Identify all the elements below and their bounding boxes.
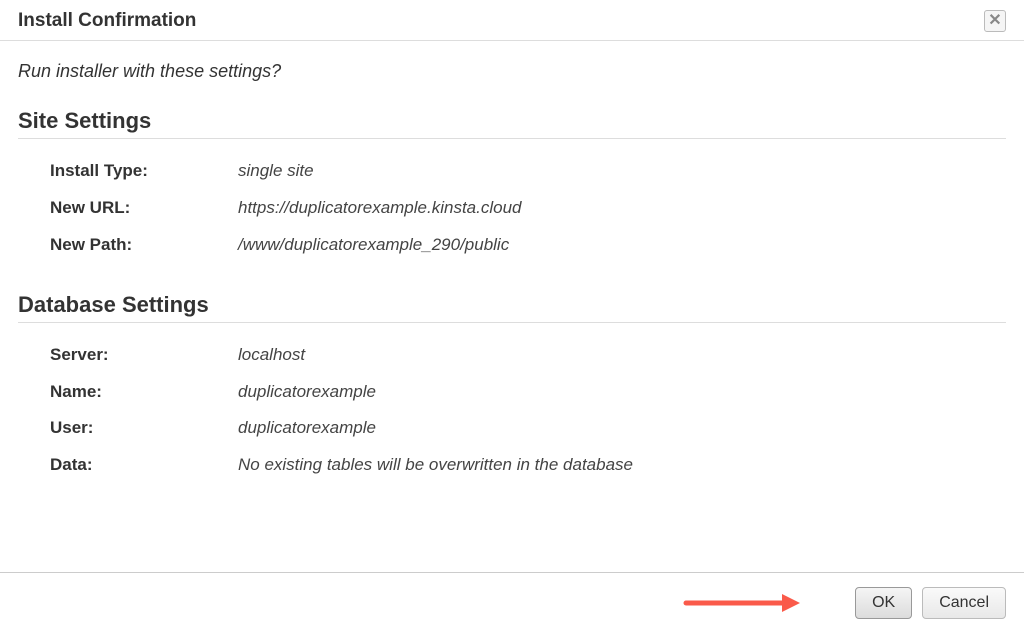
- install-type-value: single site: [238, 157, 314, 186]
- new-path-label: New Path:: [50, 231, 238, 260]
- name-row: Name: duplicatorexample: [50, 378, 1006, 407]
- new-path-row: New Path: /www/duplicatorexample_290/pub…: [50, 231, 1006, 260]
- name-value: duplicatorexample: [238, 378, 376, 407]
- user-value: duplicatorexample: [238, 414, 376, 443]
- cancel-button[interactable]: Cancel: [922, 587, 1006, 619]
- data-value: No existing tables will be overwritten i…: [238, 451, 633, 480]
- data-label: Data:: [50, 451, 238, 480]
- close-icon: ✕: [988, 13, 1001, 29]
- new-path-value: /www/duplicatorexample_290/public: [238, 231, 509, 260]
- install-type-label: Install Type:: [50, 157, 238, 186]
- dialog-content: Run installer with these settings? Site …: [0, 41, 1024, 572]
- new-url-value: https://duplicatorexample.kinsta.cloud: [238, 194, 522, 223]
- server-value: localhost: [238, 341, 305, 370]
- user-label: User:: [50, 414, 238, 443]
- server-label: Server:: [50, 341, 238, 370]
- install-type-row: Install Type: single site: [50, 157, 1006, 186]
- ok-button[interactable]: OK: [855, 587, 912, 619]
- database-settings-heading: Database Settings: [18, 292, 1006, 323]
- data-row: Data: No existing tables will be overwri…: [50, 451, 1006, 480]
- confirmation-prompt: Run installer with these settings?: [18, 61, 1006, 82]
- dialog-titlebar: Install Confirmation ✕: [0, 0, 1024, 41]
- close-button[interactable]: ✕: [984, 10, 1006, 32]
- install-confirmation-dialog: Install Confirmation ✕ Run installer wit…: [0, 0, 1024, 633]
- user-row: User: duplicatorexample: [50, 414, 1006, 443]
- new-url-label: New URL:: [50, 194, 238, 223]
- database-settings-block: Server: localhost Name: duplicatorexampl…: [18, 341, 1006, 481]
- dialog-title: Install Confirmation: [18, 10, 196, 32]
- site-settings-heading: Site Settings: [18, 108, 1006, 139]
- server-row: Server: localhost: [50, 341, 1006, 370]
- site-settings-block: Install Type: single site New URL: https…: [18, 157, 1006, 260]
- arrow-annotation: [682, 591, 802, 615]
- name-label: Name:: [50, 378, 238, 407]
- dialog-footer: OK Cancel: [0, 572, 1024, 633]
- new-url-row: New URL: https://duplicatorexample.kinst…: [50, 194, 1006, 223]
